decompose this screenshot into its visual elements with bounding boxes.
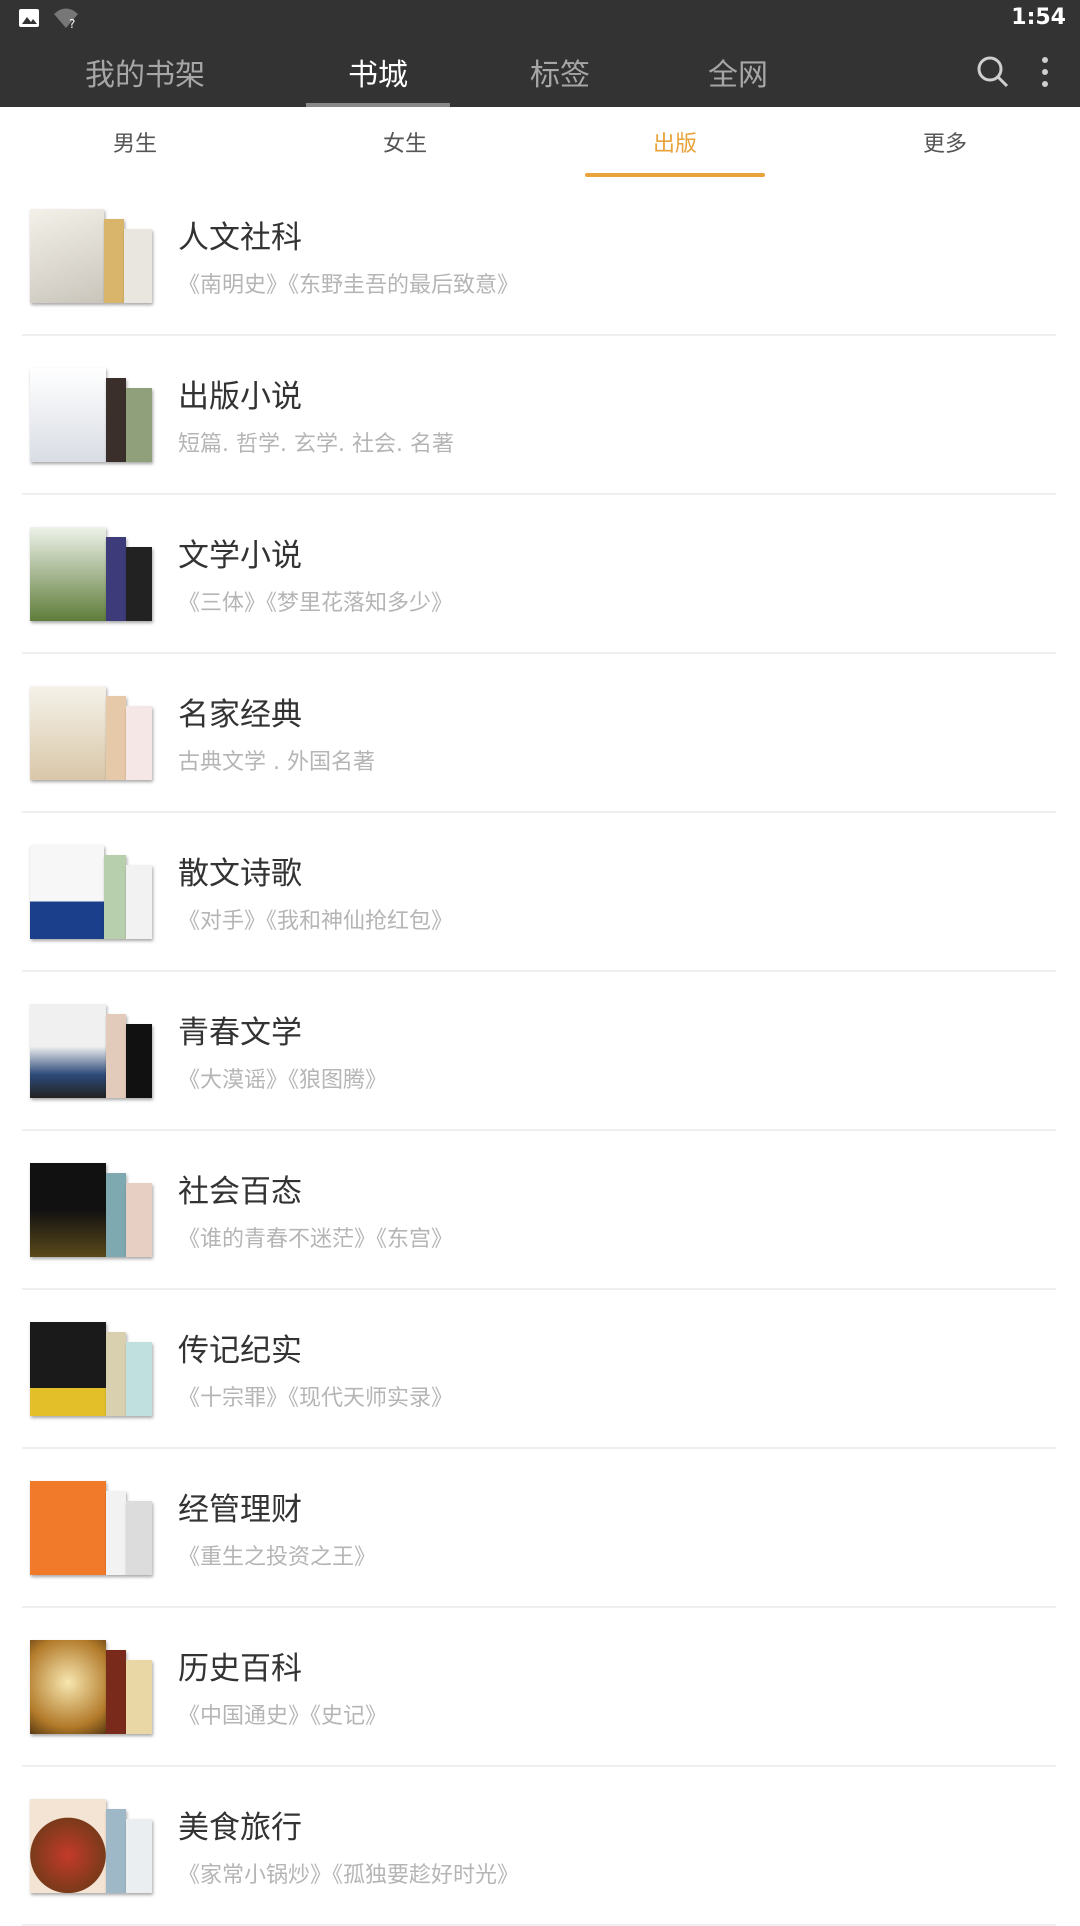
subtab-label: 出版: [652, 132, 697, 157]
category-desc: 《家常小锅炒》《孤独要趁好时光》: [178, 1863, 520, 1888]
category-row[interactable]: 人文社科 《南明史》《东野圭吾的最后致意》: [22, 177, 1056, 336]
tab-label: 书城: [348, 57, 408, 93]
category-title: 文学小说: [178, 538, 302, 574]
book-cover-stack: [30, 1004, 152, 1098]
subtab-label: 更多: [922, 132, 967, 157]
category-title: 名家经典: [178, 697, 302, 733]
status-bar: ? 1:54: [0, 0, 1080, 36]
sub-tabs: 男生 女生 出版 更多: [0, 107, 1080, 177]
book-cover-stack: [30, 1163, 152, 1257]
subtab-more[interactable]: 更多: [855, 107, 1035, 177]
category-desc: 《大漠谣》《狼图腾》: [178, 1068, 388, 1093]
book-cover-stack: [30, 527, 152, 621]
category-title: 青春文学: [178, 1015, 302, 1051]
category-title: 美食旅行: [178, 1810, 302, 1846]
category-desc: 《南明史》《东野圭吾的最后致意》: [178, 273, 520, 298]
category-list: 人文社科 《南明史》《东野圭吾的最后致意》 出版小说 短篇. 哲学. 玄学. 社…: [0, 177, 1080, 1926]
status-time: 1:54: [1011, 5, 1066, 30]
category-title: 历史百科: [178, 1651, 302, 1687]
book-cover-stack: [30, 1640, 152, 1734]
category-row[interactable]: 名家经典 古典文学 . 外国名著: [22, 654, 1056, 813]
category-desc: 《谁的青春不迷茫》《东宫》: [178, 1227, 454, 1252]
top-navigation: 我的书架 书城 标签 全网: [0, 36, 1080, 107]
category-desc: 《十宗罪》《现代天师实录》: [178, 1386, 454, 1411]
tab-bookstore[interactable]: 书城: [306, 36, 450, 107]
category-desc: 《对手》《我和神仙抢红包》: [178, 909, 454, 934]
book-cover-stack: [30, 368, 152, 462]
tab-label: 我的书架: [85, 57, 205, 93]
category-row[interactable]: 历史百科 《中国通史》《史记》: [22, 1608, 1056, 1767]
svg-text:?: ?: [69, 17, 75, 30]
subtab-female[interactable]: 女生: [315, 107, 495, 177]
wifi-question-icon: ?: [52, 6, 82, 34]
category-desc: 《中国通史》《史记》: [178, 1704, 388, 1729]
tab-label: 全网: [708, 57, 768, 93]
search-icon[interactable]: [968, 36, 1018, 107]
book-cover-stack: [30, 1481, 152, 1575]
subtab-male[interactable]: 男生: [45, 107, 225, 177]
category-row[interactable]: 经管理财 《重生之投资之王》: [22, 1449, 1056, 1608]
subtab-label: 女生: [382, 132, 427, 157]
category-desc: 短篇. 哲学. 玄学. 社会. 名著: [178, 432, 454, 457]
category-row[interactable]: 美食旅行 《家常小锅炒》《孤独要趁好时光》: [22, 1767, 1056, 1926]
category-title: 人文社科: [178, 220, 302, 256]
book-cover-stack: [30, 1799, 152, 1893]
category-title: 传记纪实: [178, 1333, 302, 1369]
category-title: 出版小说: [178, 379, 302, 415]
subtab-label: 男生: [112, 132, 157, 157]
book-cover-stack: [30, 209, 152, 303]
subtab-published[interactable]: 出版: [585, 107, 765, 177]
category-row[interactable]: 社会百态 《谁的青春不迷茫》《东宫》: [22, 1131, 1056, 1290]
category-title: 散文诗歌: [178, 856, 302, 892]
category-title: 社会百态: [178, 1174, 302, 1210]
book-cover-stack: [30, 845, 152, 939]
tab-web[interactable]: 全网: [688, 36, 788, 107]
image-icon: [18, 7, 40, 33]
tab-label: 标签: [530, 57, 590, 93]
category-desc: 古典文学 . 外国名著: [178, 750, 375, 775]
tab-tags[interactable]: 标签: [510, 36, 610, 107]
category-row[interactable]: 青春文学 《大漠谣》《狼图腾》: [22, 972, 1056, 1131]
tab-bookshelf[interactable]: 我的书架: [70, 36, 220, 107]
book-cover-stack: [30, 686, 152, 780]
more-vert-icon[interactable]: [1030, 36, 1060, 107]
book-cover-stack: [30, 1322, 152, 1416]
category-row[interactable]: 出版小说 短篇. 哲学. 玄学. 社会. 名著: [22, 336, 1056, 495]
category-row[interactable]: 文学小说 《三体》《梦里花落知多少》: [22, 495, 1056, 654]
category-row[interactable]: 传记纪实 《十宗罪》《现代天师实录》: [22, 1290, 1056, 1449]
category-desc: 《重生之投资之王》: [178, 1545, 377, 1570]
category-desc: 《三体》《梦里花落知多少》: [178, 591, 454, 616]
category-row[interactable]: 散文诗歌 《对手》《我和神仙抢红包》: [22, 813, 1056, 972]
category-title: 经管理财: [178, 1492, 302, 1528]
